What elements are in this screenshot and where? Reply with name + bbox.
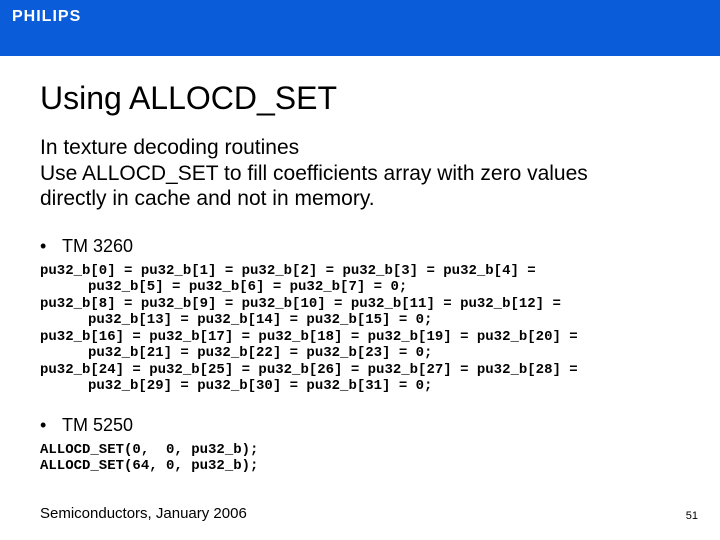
code-block-tm3260: pu32_b[0] = pu32_b[1] = pu32_b[2] = pu32… (40, 263, 680, 395)
slide-footer: Semiconductors, January 2006 (40, 505, 247, 522)
code-line: pu32_b[0] = pu32_b[1] = pu32_b[2] = pu32… (40, 263, 536, 279)
philips-wordmark: PHILIPS (12, 6, 102, 26)
bullet-tm3260: •TM 3260 (40, 236, 680, 257)
bullet-tm5250-label: TM 5250 (62, 415, 133, 435)
code-line: pu32_b[5] = pu32_b[6] = pu32_b[7] = 0; (40, 279, 680, 296)
wordmark-text: PHILIPS (12, 8, 81, 25)
code-line: pu32_b[13] = pu32_b[14] = pu32_b[15] = 0… (40, 312, 680, 329)
body-line-2: Use ALLOCD_SET to fill coefficients arra… (40, 162, 588, 185)
code-block-tm5250: ALLOCD_SET(0, 0, pu32_b); ALLOCD_SET(64,… (40, 442, 680, 475)
bullet-dot-icon: • (40, 415, 62, 436)
body-line-1: In texture decoding routines (40, 136, 299, 159)
brand-bar: PHILIPS (0, 0, 720, 56)
bullet-dot-icon: • (40, 236, 62, 257)
code-line: pu32_b[8] = pu32_b[9] = pu32_b[10] = pu3… (40, 296, 561, 312)
code-line: pu32_b[16] = pu32_b[17] = pu32_b[18] = p… (40, 329, 578, 345)
code-line: pu32_b[21] = pu32_b[22] = pu32_b[23] = 0… (40, 345, 680, 362)
bullet-tm5250: •TM 5250 (40, 415, 680, 436)
code-line: ALLOCD_SET(0, 0, pu32_b); (40, 442, 258, 458)
body-line-3: directly in cache and not in memory. (40, 187, 375, 210)
slide-content: Using ALLOCD_SET In texture decoding rou… (0, 56, 720, 475)
page-number: 51 (686, 510, 698, 522)
slide-title: Using ALLOCD_SET (40, 80, 680, 117)
slide-body: In texture decoding routines Use ALLOCD_… (40, 135, 680, 212)
code-line: ALLOCD_SET(64, 0, pu32_b); (40, 458, 258, 474)
slide: PHILIPS Using ALLOCD_SET In texture deco… (0, 0, 720, 540)
code-line: pu32_b[24] = pu32_b[25] = pu32_b[26] = p… (40, 362, 578, 378)
bullet-tm3260-label: TM 3260 (62, 236, 133, 256)
code-line: pu32_b[29] = pu32_b[30] = pu32_b[31] = 0… (40, 378, 680, 395)
